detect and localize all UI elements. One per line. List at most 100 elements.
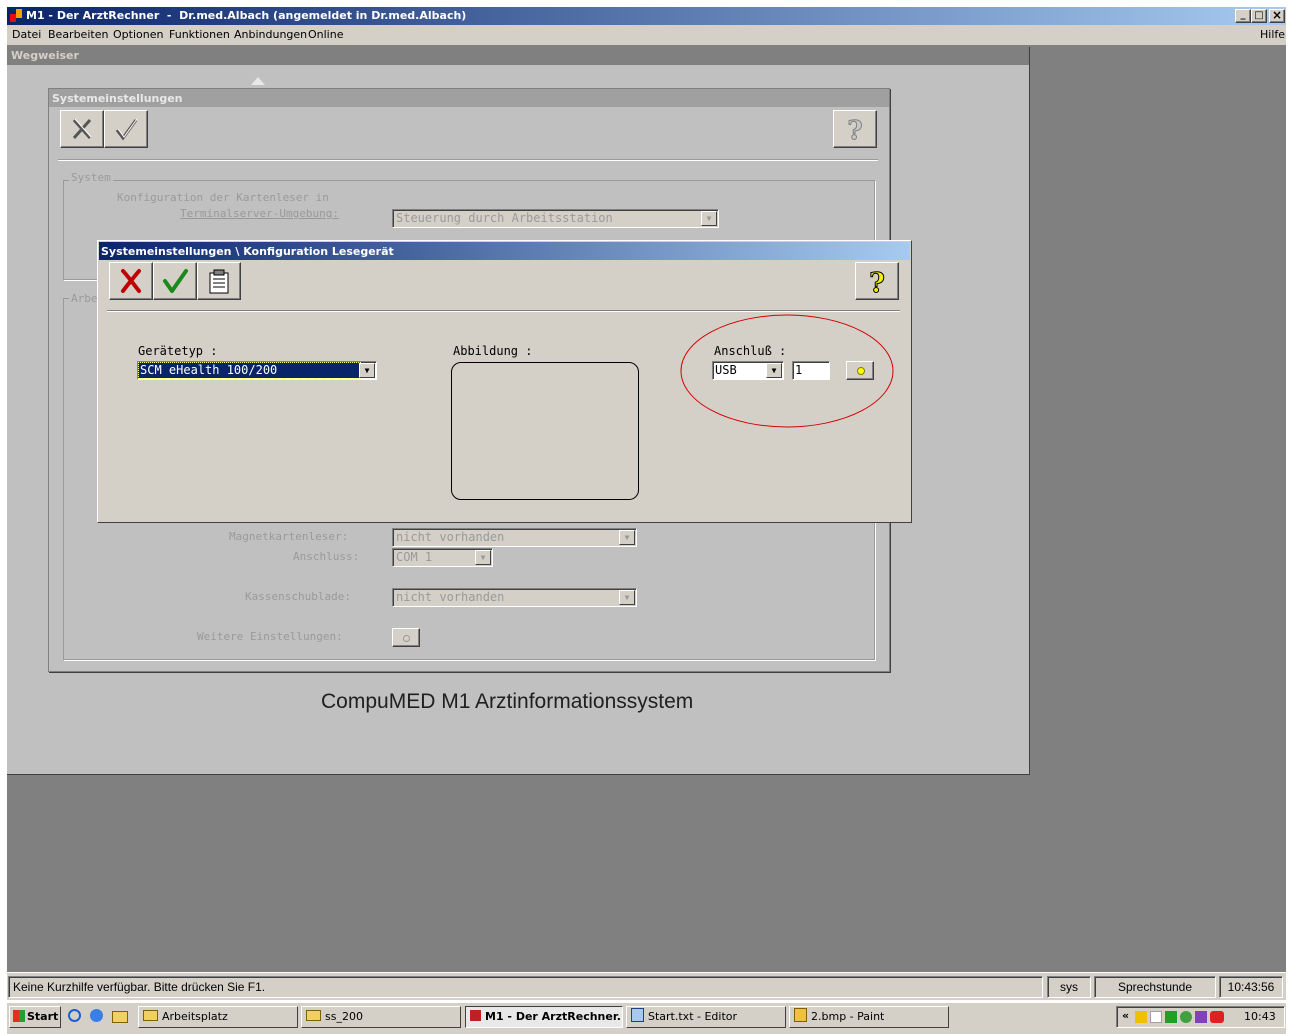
chevron-down-icon[interactable]: ▼ (619, 590, 635, 605)
menu-funktionen[interactable]: Funktionen (169, 28, 230, 41)
status-user: sys (1060, 980, 1078, 994)
system-group-label: System (69, 171, 113, 184)
reader-dialog: Systemeinstellungen \ Konfiguration Lese… (97, 240, 912, 523)
app-title-bar: M1 - Der ArztRechner - Dr.med.Albach (an… (7, 7, 1286, 25)
reader-dialog-title: Systemeinstellungen \ Konfiguration Lese… (101, 245, 394, 258)
tray-icon-4[interactable] (1180, 1011, 1192, 1023)
weitere-button[interactable] (392, 628, 420, 647)
reader-dialog-title-bar: Systemeinstellungen \ Konfiguration Lese… (99, 242, 910, 260)
status-hint: Keine Kurzhilfe verfügbar. Bitte drücken… (13, 980, 266, 994)
svg-text:?: ? (869, 268, 885, 299)
highlight-ellipse (680, 314, 894, 428)
system-help-button[interactable]: ? (833, 110, 877, 148)
kartenleser-select-value: Steuerung durch Arbeitsstation (396, 211, 613, 225)
magnet-select[interactable]: nicht vorhanden ▼ (392, 528, 637, 547)
task-label: ss_200 (325, 1010, 363, 1023)
reader-clipboard-button[interactable] (197, 262, 241, 300)
weitere-label: Weitere Einstellungen: (197, 630, 343, 643)
arbeitsplatz-group-label: Arbe (69, 292, 100, 305)
folder-icon (143, 1010, 158, 1021)
svg-text:?: ? (847, 116, 862, 146)
status-mode: Sprechstunde (1117, 980, 1193, 994)
system-settings-title-bar: Systemeinstellungen (49, 89, 889, 107)
tray-icon-3[interactable] (1165, 1011, 1177, 1023)
com-select-value: COM 1 (396, 550, 433, 564)
system-tray: « 10:43 (1116, 1006, 1285, 1028)
abbildung-label: Abbildung : (453, 344, 533, 358)
minimize-button[interactable]: _ (1235, 9, 1251, 23)
dot-icon (403, 635, 410, 642)
menu-bearbeiten[interactable]: Bearbeiten (48, 28, 108, 41)
close-button[interactable]: × (1269, 9, 1285, 23)
reader-ok-button[interactable] (153, 262, 197, 300)
menu-hilfe[interactable]: Hilfe (1260, 28, 1285, 41)
menu-optionen[interactable]: Optionen (113, 28, 163, 41)
scroll-up-marker (251, 77, 265, 85)
abbildung-frame (451, 362, 639, 500)
tray-icon-1[interactable] (1135, 1011, 1147, 1023)
system-settings-title: Systemeinstellungen (52, 92, 183, 105)
kasse-label: Kassenschublade: (245, 590, 351, 603)
question-icon: ? (847, 116, 863, 147)
status-user-panel: sys (1047, 976, 1091, 998)
kartenleser-label-1: Konfiguration der Kartenleser in (117, 191, 329, 204)
wegweiser-footer: CompuMED M1 Arztinformationssystem (321, 690, 694, 713)
reader-cancel-button[interactable] (109, 262, 153, 300)
chevron-down-icon[interactable]: ▼ (359, 363, 375, 378)
reader-help-button[interactable]: ? (855, 262, 899, 300)
tray-icon-5[interactable] (1195, 1011, 1207, 1023)
chevron-down-icon[interactable]: ▼ (701, 211, 717, 226)
kartenleser-select[interactable]: Steuerung durch Arbeitsstation ▼ (392, 209, 719, 228)
kartenleser-label-2: Terminalserver-Umgebung: (180, 207, 339, 220)
toolbar-separator (58, 159, 878, 161)
chevron-down-icon[interactable]: ▼ (475, 550, 491, 565)
menu-anbindungen[interactable]: Anbindungen (234, 28, 307, 41)
check-icon (163, 269, 188, 293)
app-icon (470, 1010, 481, 1021)
maximize-button[interactable]: □ (1251, 9, 1267, 23)
system-cancel-button[interactable] (60, 110, 104, 148)
folder-icon (306, 1010, 321, 1021)
kasse-select-value: nicht vorhanden (396, 590, 505, 604)
status-time: 10:43:56 (1227, 980, 1275, 994)
task-editor[interactable]: Start.txt - Editor (626, 1006, 786, 1028)
task-paint[interactable]: 2.bmp - Paint (789, 1006, 949, 1028)
folder-icon[interactable] (112, 1011, 128, 1023)
kasse-select[interactable]: nicht vorhanden ▼ (392, 588, 637, 607)
notepad-icon (631, 1008, 644, 1022)
task-m1[interactable]: M1 - Der ArztRechner... (465, 1006, 623, 1028)
app-title: M1 - Der ArztRechner - Dr.med.Albach (an… (26, 9, 467, 22)
tray-clock: 10:43 (1244, 1010, 1276, 1023)
geraetetyp-select[interactable]: SCM eHealth 100/200 ▼ (137, 361, 377, 380)
geraetetyp-label: Gerätetyp : (138, 344, 218, 358)
tray-icon-6[interactable] (1210, 1011, 1224, 1023)
start-button[interactable]: Start (9, 1006, 61, 1028)
clipboard-icon (209, 269, 229, 294)
task-label: Start.txt - Editor (648, 1010, 738, 1023)
app-icon (10, 9, 23, 22)
menu-datei[interactable]: Datei (12, 28, 41, 41)
system-ok-button[interactable] (104, 110, 148, 148)
wegweiser-title: Wegweiser (11, 49, 79, 62)
menu-online[interactable]: Online (308, 28, 343, 41)
task-arbeitsplatz[interactable]: Arbeitsplatz (138, 1006, 298, 1028)
chevron-down-icon[interactable]: ▼ (619, 530, 635, 545)
anschluss-label: Anschluss: (293, 550, 360, 563)
tray-chevron-icon[interactable]: « (1122, 1009, 1129, 1022)
magnet-label: Magnetkartenleser: (229, 530, 349, 543)
status-mode-panel: Sprechstunde (1094, 976, 1216, 998)
browser-icon[interactable] (90, 1009, 103, 1022)
wegweiser-title-bar: Wegweiser (7, 47, 1029, 65)
paint-icon (794, 1008, 807, 1022)
com-select[interactable]: COM 1 ▼ (392, 548, 493, 567)
ie-icon[interactable] (68, 1009, 81, 1022)
check-icon (115, 118, 138, 141)
tray-icon-2[interactable] (1150, 1011, 1162, 1023)
x-icon (121, 269, 141, 293)
menu-bar: Datei Bearbeiten Optionen Funktionen Anb… (7, 25, 1286, 45)
task-label: M1 - Der ArztRechner... (485, 1010, 623, 1023)
quicklaunch (66, 1008, 130, 1024)
task-ss200[interactable]: ss_200 (301, 1006, 461, 1028)
geraetetyp-select-value: SCM eHealth 100/200 (138, 362, 361, 379)
magnet-select-value: nicht vorhanden (396, 530, 505, 544)
